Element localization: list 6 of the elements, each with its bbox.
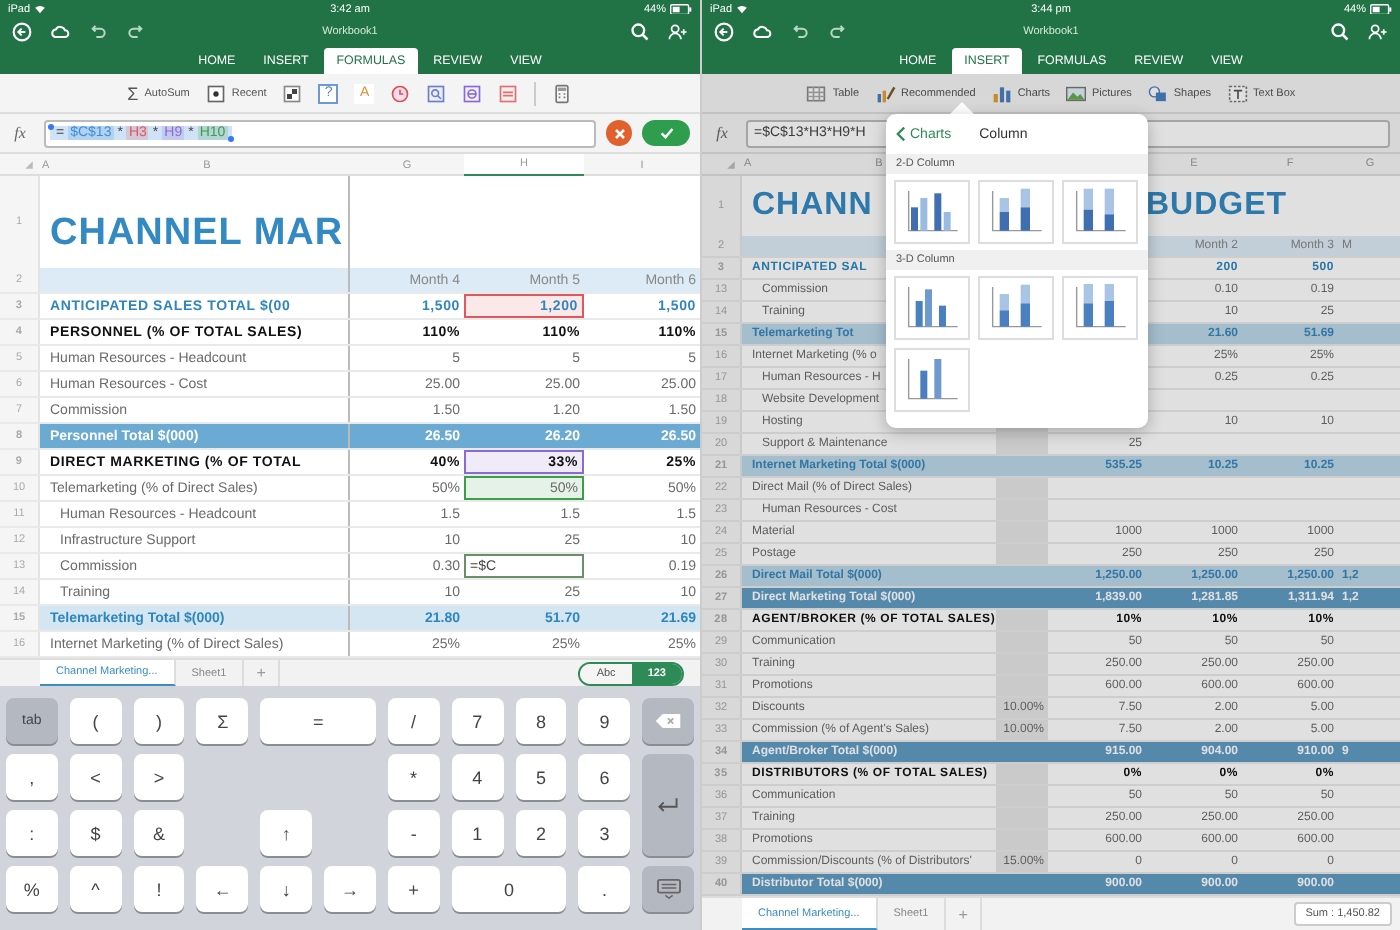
sheet-title: CHANNEL MAR <box>50 212 344 256</box>
fx-label: fx <box>714 124 730 142</box>
sheet-title: CHANN <box>752 188 873 224</box>
fx-label: fx <box>12 124 28 142</box>
sigma-icon: Σ <box>127 83 139 103</box>
sheet-title: BUDGET <box>1146 188 1288 224</box>
